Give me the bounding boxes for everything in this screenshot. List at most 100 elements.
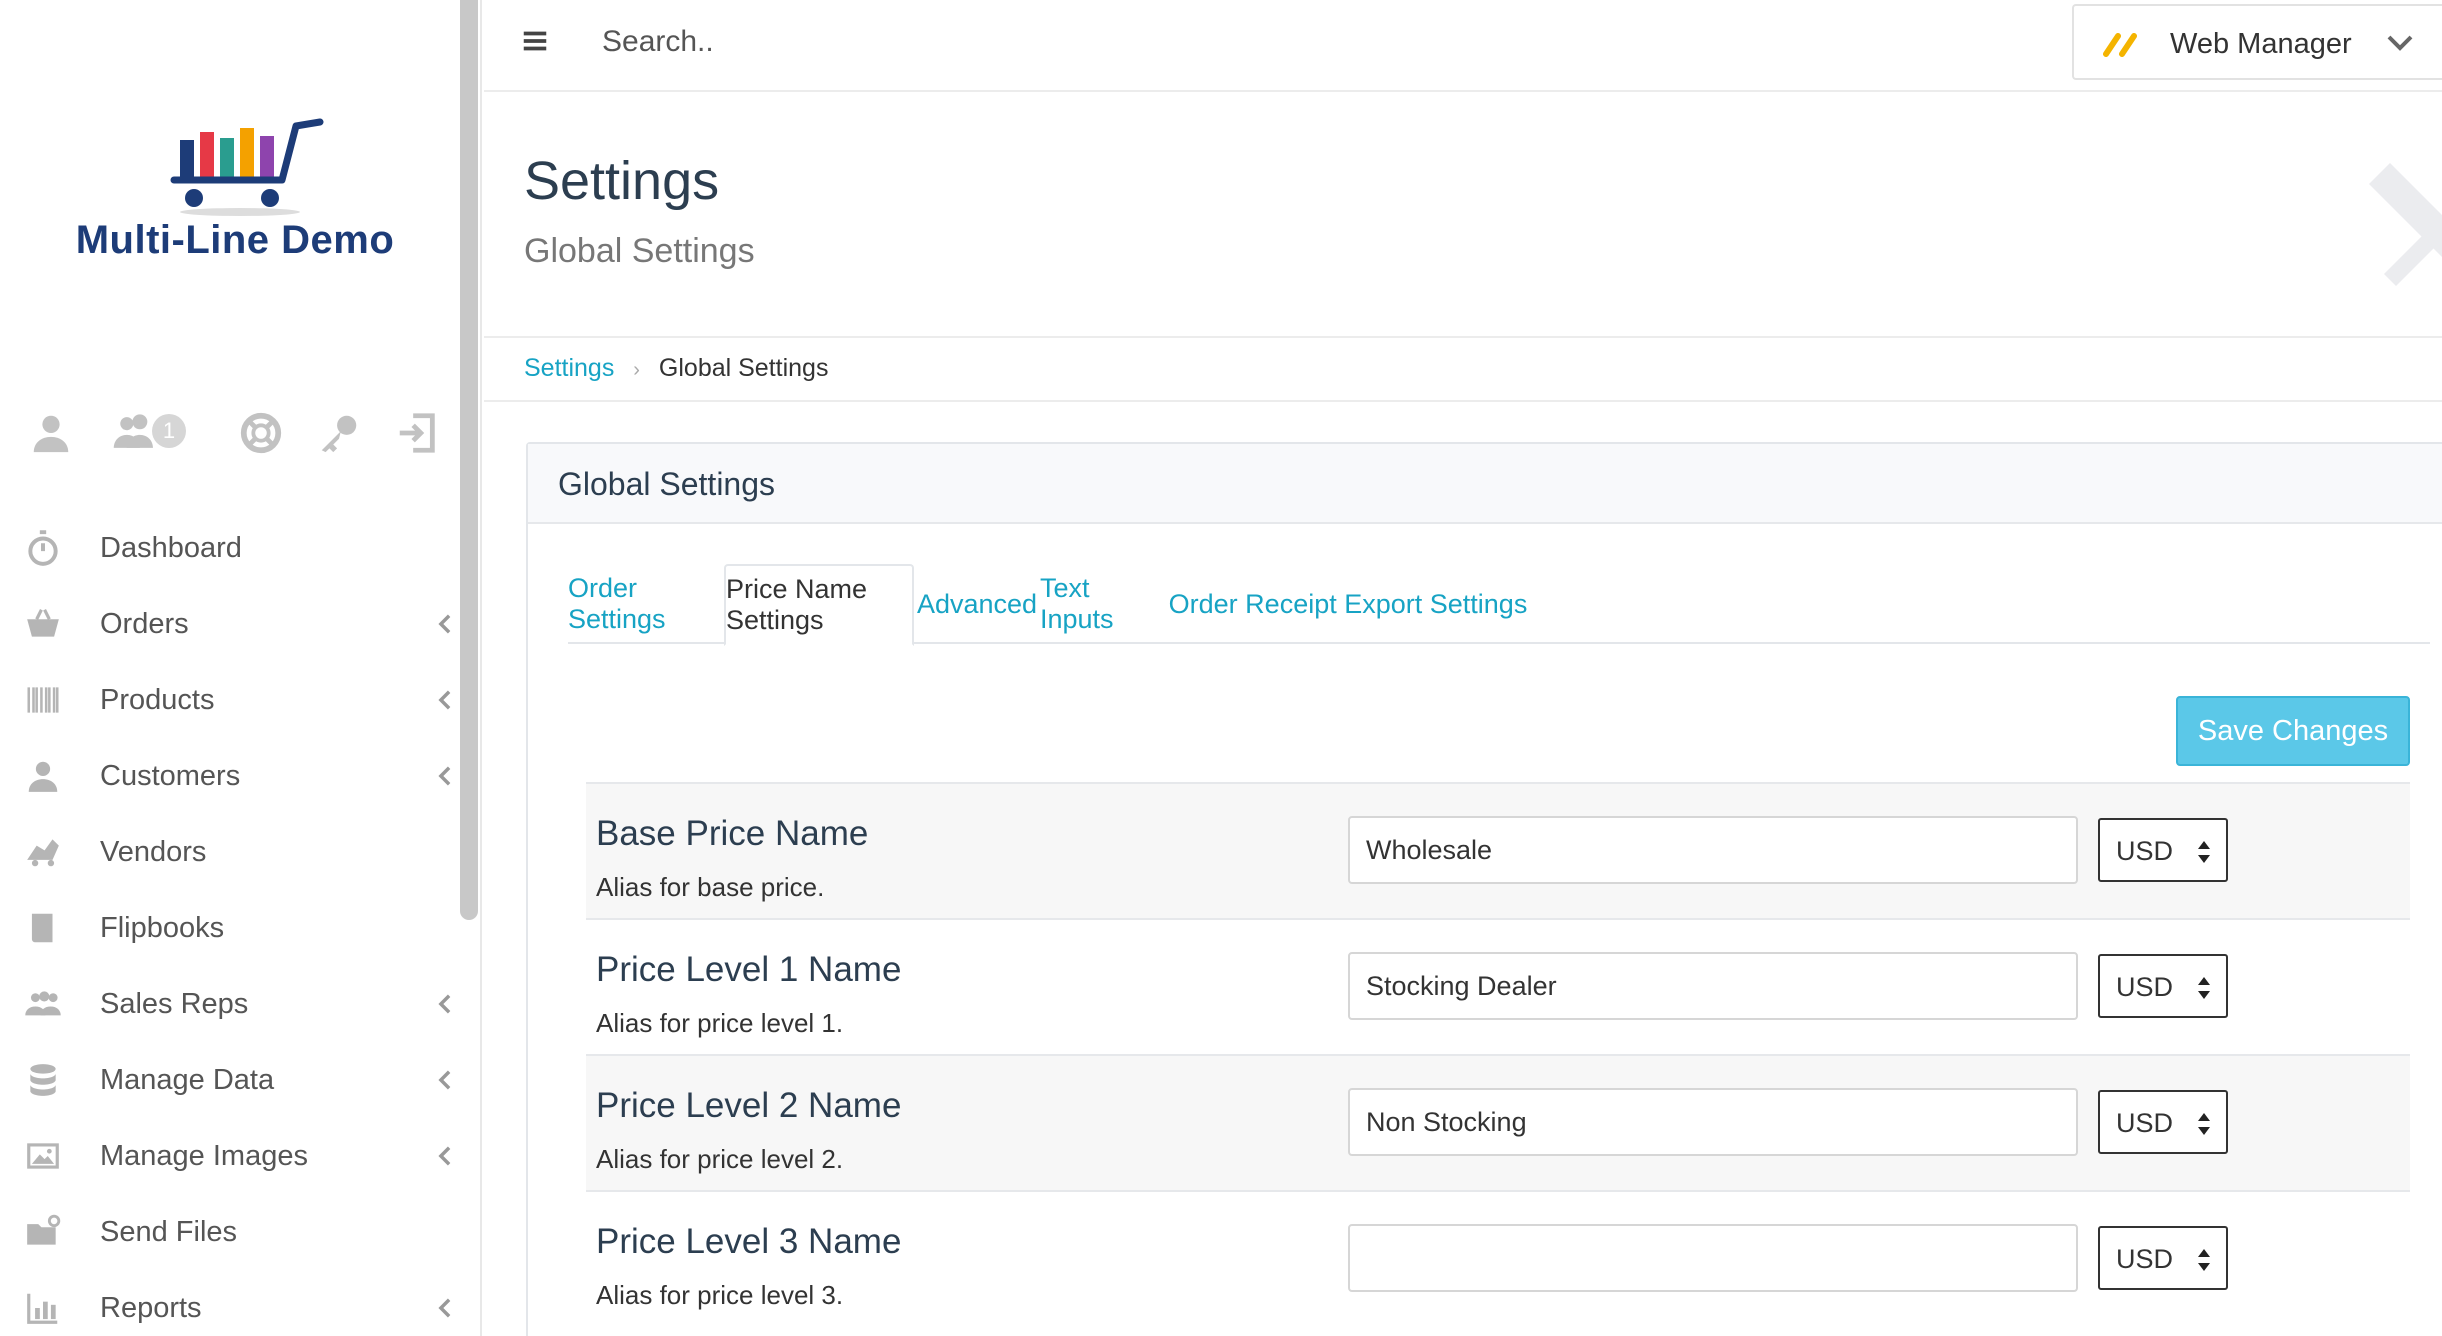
chevron-left-icon [436,1069,454,1091]
setting-help: Alias for base price. [596,872,825,902]
nav-item-manage-data[interactable]: Manage Data [0,1042,460,1118]
setting-title: Base Price Name [596,814,869,853]
select-arrows-icon [2198,1249,2210,1271]
nav-item-products[interactable]: Products [0,662,460,738]
price-level-1-name-input[interactable] [1348,952,2078,1020]
tab-order-settings[interactable]: Order Settings [568,564,726,644]
breadcrumb-current: Global Settings [658,354,829,382]
breadcrumb: Settings › Global Settings [524,354,828,383]
chevron-left-icon [436,1145,454,1167]
sidebar-scrollbar[interactable] [460,0,478,920]
save-changes-button[interactable]: Save Changes [2176,696,2410,766]
nav-item-flipbooks[interactable]: Flipbooks [0,890,460,966]
user-menu[interactable]: Web Manager [2072,4,2442,80]
setting-help: Alias for price level 2. [596,1144,844,1174]
database-icon [24,1061,62,1099]
nav-item-reports[interactable]: Reports [0,1270,460,1336]
notification-badge: 1 [152,414,186,448]
setting-help: Alias for price level 3. [596,1280,844,1310]
user-icon[interactable] [28,410,74,456]
quick-actions: 1 [24,410,444,460]
setting-title: Price Level 3 Name [596,1222,902,1261]
search-input[interactable] [602,18,1402,66]
bar-chart-icon [24,1289,62,1327]
nav-label: Dashboard [100,531,242,564]
setting-title: Price Level 1 Name [596,950,902,989]
user-icon [24,757,62,795]
tab-order-receipt-export-settings[interactable]: Order Receipt Export Settings [1168,564,1528,644]
nav-label: Orders [100,607,189,640]
currency-value: USD [2116,836,2174,866]
currency-select[interactable]: USD [2098,818,2228,882]
nav-label: Flipbooks [100,911,225,944]
nav-label: Sales Reps [100,987,249,1020]
breadcrumb-bar: Settings › Global Settings [484,338,2442,402]
panel-header: Global Settings [528,444,2442,524]
nav-label: Customers [100,759,241,792]
nav-item-customers[interactable]: Customers [0,738,460,814]
book-icon [24,909,62,947]
tab-price-name-settings[interactable]: Price Name Settings [724,564,914,646]
lifebuoy-icon[interactable] [238,410,284,456]
brand-mark-icon [2103,33,2137,57]
currency-select[interactable]: USD [2098,1226,2228,1290]
nav-label: Products [100,683,215,716]
settings-tabs: Order Settings Price Name Settings Advan… [568,564,2430,646]
price-level-2-name-input[interactable] [1348,1088,2078,1156]
main-nav: Dashboard Orders Products Customers Vend… [0,510,460,1336]
brand-name: Multi-Line Demo [75,218,395,262]
tab-advanced[interactable]: Advanced [914,564,1040,644]
truck-icon [24,833,62,871]
sidebar: Multi-Line Demo 1 Dashboard Orders Produ… [0,0,482,1336]
page-title: Settings [524,151,720,211]
setting-title: Price Level 2 Name [596,1086,902,1125]
hamburger-menu-icon[interactable] [520,26,550,56]
setting-row-price-level-2: Price Level 2 Name Alias for price level… [586,1054,2410,1190]
setting-row-price-level-1: Price Level 1 Name Alias for price level… [586,918,2410,1054]
nav-item-vendors[interactable]: Vendors [0,814,460,890]
currency-value: USD [2116,1244,2174,1274]
sign-out-icon[interactable] [394,410,440,456]
stopwatch-icon [24,529,62,567]
nav-label: Send Files [100,1215,238,1248]
user-name: Web Manager [2170,28,2352,60]
setting-row-base-price: Base Price Name Alias for base price. US… [586,782,2410,918]
nav-label: Vendors [100,835,207,868]
chevron-down-icon [2387,35,2413,51]
tools-icon [2369,163,2442,286]
base-price-name-input[interactable] [1348,816,2078,884]
currency-select[interactable]: USD [2098,1090,2228,1154]
breadcrumb-link-settings[interactable]: Settings [524,354,614,382]
chevron-left-icon [436,613,454,635]
topbar: Web Manager [484,0,2442,92]
setting-row-price-level-3: Price Level 3 Name Alias for price level… [586,1190,2410,1326]
nav-item-dashboard[interactable]: Dashboard [0,510,460,586]
nav-label: Reports [100,1291,202,1324]
brand-logo[interactable]: Multi-Line Demo [50,118,420,278]
page-header: Settings Global Settings [484,92,2442,338]
nav-item-manage-images[interactable]: Manage Images [0,1118,460,1194]
tab-text-inputs[interactable]: Text Inputs [1040,564,1168,644]
settings-panel: Global Settings Order Settings Price Nam… [526,442,2442,1336]
panel-title: Global Settings [558,466,776,502]
select-arrows-icon [2198,1113,2210,1135]
breadcrumb-separator-icon: › [633,359,640,381]
nav-item-sales-reps[interactable]: Sales Reps [0,966,460,1042]
chevron-left-icon [436,993,454,1015]
nav-item-send-files[interactable]: Send Files [0,1194,460,1270]
currency-select[interactable]: USD [2098,954,2228,1018]
currency-value: USD [2116,972,2174,1002]
nav-item-orders[interactable]: Orders [0,586,460,662]
users-icon [24,985,62,1023]
currency-value: USD [2116,1108,2174,1138]
shopping-cart-logo-icon [170,118,324,216]
image-icon [24,1137,62,1175]
nav-label: Manage Data [100,1063,275,1096]
key-icon[interactable] [316,410,362,456]
setting-help: Alias for price level 1. [596,1008,844,1038]
page-subtitle: Global Settings [524,232,755,270]
price-level-3-name-input[interactable] [1348,1224,2078,1292]
select-arrows-icon [2198,977,2210,999]
chevron-left-icon [436,1297,454,1319]
folder-upload-icon [24,1213,62,1251]
